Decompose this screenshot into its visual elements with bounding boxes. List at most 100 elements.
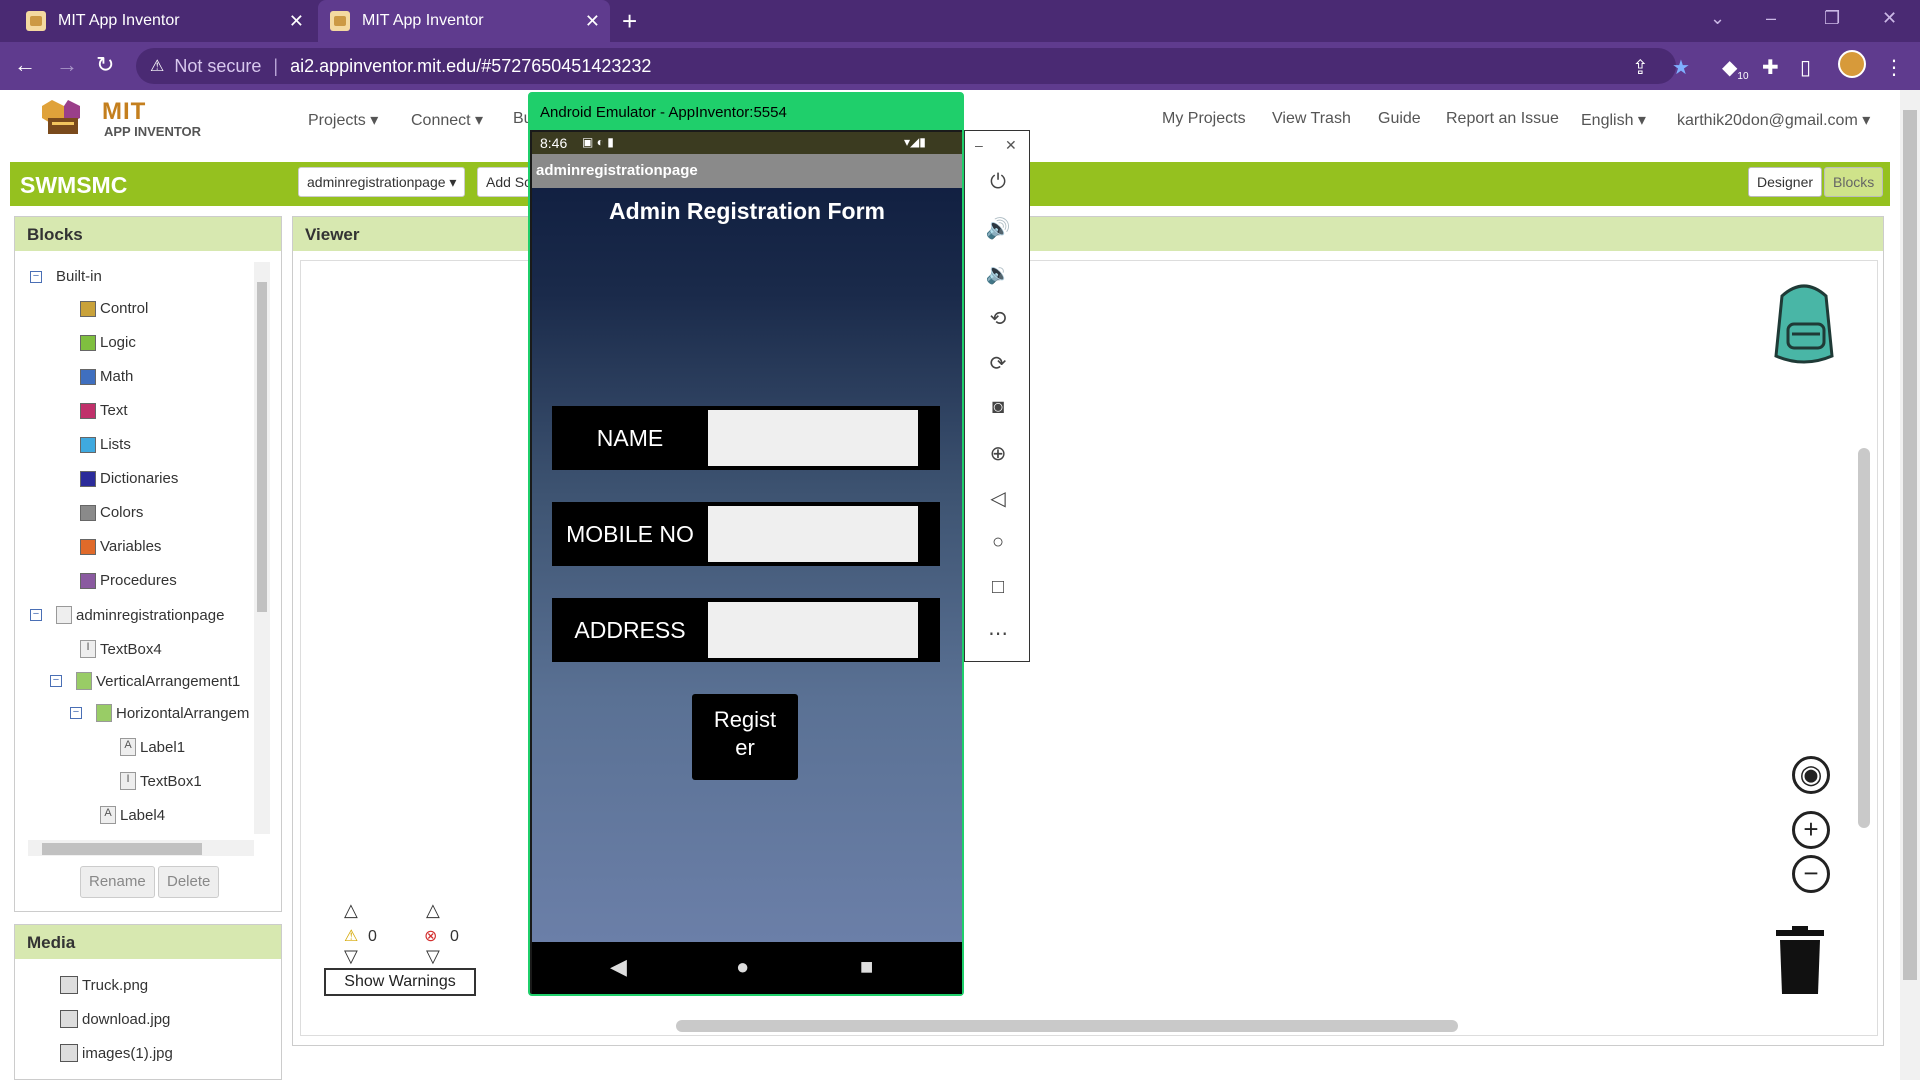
menu-guide[interactable]: Guide <box>1378 110 1421 128</box>
close-tab-icon[interactable]: ✕ <box>289 11 304 32</box>
menu-connect[interactable]: Connect ▾ <box>411 110 483 130</box>
volume-up-icon[interactable]: 🔊 <box>985 216 1011 242</box>
tree-item-variables[interactable]: Variables <box>80 538 161 555</box>
tree-item-textbox4[interactable]: I TextBox4 <box>80 640 162 658</box>
menu-account[interactable]: karthik20don@gmail.com ▾ <box>1677 110 1870 130</box>
nav-home-icon[interactable]: ● <box>736 954 749 980</box>
blocks-button[interactable]: Blocks <box>1824 167 1884 197</box>
tree-item-logic[interactable]: Logic <box>80 334 136 351</box>
extension-badge-icon[interactable]: ◆10 <box>1722 55 1749 82</box>
recenter-icon[interactable]: ◉ <box>1792 756 1830 794</box>
camera-icon[interactable]: ◙ <box>985 396 1011 422</box>
nav-back-icon[interactable]: ◀ <box>610 954 627 980</box>
rename-button[interactable]: Rename <box>80 866 155 898</box>
tab-title: MIT App Inventor <box>362 12 484 29</box>
zoom-out-icon[interactable]: − <box>1792 855 1830 893</box>
workspace-vertical-scrollbar[interactable] <box>1858 448 1870 828</box>
tree-item-colors[interactable]: Colors <box>80 504 143 521</box>
menu-projects[interactable]: Projects ▾ <box>308 110 378 130</box>
trash-icon[interactable] <box>1774 926 1826 996</box>
menu-my-projects[interactable]: My Projects <box>1162 110 1246 128</box>
rotate-right-icon[interactable]: ⟳ <box>985 351 1011 377</box>
errors-up-arrow-icon[interactable]: △ <box>426 900 440 921</box>
media-file[interactable]: Truck.png <box>60 976 148 994</box>
zoom-in-icon[interactable]: + <box>1792 811 1830 849</box>
restore-icon[interactable]: ❐ <box>1824 8 1840 29</box>
new-tab-icon[interactable]: + <box>622 6 637 37</box>
mit-app-inventor-logo[interactable]: MIT APP INVENTOR <box>42 94 202 144</box>
rotate-left-icon[interactable]: ⟲ <box>985 306 1011 332</box>
workspace-horizontal-scrollbar[interactable] <box>676 1020 1458 1032</box>
collapse-icon[interactable]: − <box>30 609 42 621</box>
show-warnings-button[interactable]: Show Warnings <box>324 968 476 996</box>
minimize-icon[interactable]: – <box>1766 8 1776 29</box>
forward-icon[interactable]: → <box>56 52 78 78</box>
back-icon[interactable]: ← <box>14 52 36 78</box>
tree-item-math[interactable]: Math <box>80 368 133 385</box>
more-menu-icon[interactable]: ⋮ <box>1884 55 1904 80</box>
tree-item-textbox1[interactable]: I TextBox1 <box>120 772 202 790</box>
url-field[interactable]: ⚠ Not secure | ai2.appinventor.mit.edu/#… <box>136 48 1676 84</box>
address-input[interactable] <box>708 602 918 658</box>
scrollbar-thumb[interactable] <box>42 843 202 855</box>
volume-down-icon[interactable]: 🔉 <box>985 261 1011 287</box>
address-row: ADDRESS <box>552 598 940 662</box>
scrollbar-thumb[interactable] <box>257 282 267 612</box>
reload-icon[interactable]: ↻ <box>96 52 114 78</box>
emulator-close-icon[interactable]: ✕ <box>1005 137 1017 154</box>
menu-view-trash[interactable]: View Trash <box>1272 110 1351 128</box>
blocks-horizontal-scrollbar[interactable] <box>28 840 254 856</box>
home-circle-icon[interactable]: ○ <box>985 531 1011 557</box>
collapse-icon[interactable]: − <box>50 675 62 687</box>
screen-selector[interactable]: adminregistrationpage ▾ <box>298 167 466 197</box>
app-inventor-favicon-icon <box>330 11 350 31</box>
blocks-vertical-scrollbar[interactable] <box>254 262 270 834</box>
errors-down-arrow-icon[interactable]: ▽ <box>426 946 440 967</box>
delete-button[interactable]: Delete <box>158 866 220 898</box>
page-vertical-scrollbar[interactable] <box>1900 90 1920 1080</box>
bookmark-star-icon[interactable]: ★ <box>1672 55 1690 80</box>
backpack-icon[interactable] <box>1762 276 1846 368</box>
tree-item-screen[interactable]: − adminregistrationpage <box>30 606 224 624</box>
warnings-up-arrow-icon[interactable]: △ <box>344 900 358 921</box>
tree-item-dictionaries[interactable]: Dictionaries <box>80 470 178 487</box>
tree-item-label4[interactable]: A Label4 <box>100 806 165 824</box>
close-tab-icon[interactable]: ✕ <box>585 11 600 32</box>
tree-item-lists[interactable]: Lists <box>80 436 131 453</box>
extensions-puzzle-icon[interactable]: ✚ <box>1762 55 1779 80</box>
designer-button[interactable]: Designer <box>1748 167 1823 197</box>
overview-square-icon[interactable]: □ <box>985 576 1011 602</box>
tree-item-label1[interactable]: A Label1 <box>120 738 185 756</box>
warnings-down-arrow-icon[interactable]: ▽ <box>344 946 358 967</box>
back-triangle-icon[interactable]: ◁ <box>985 486 1011 512</box>
zoom-icon[interactable]: ⊕ <box>985 441 1011 467</box>
tree-item-text[interactable]: Text <box>80 402 128 419</box>
tree-item-builtin[interactable]: − Built-in <box>30 268 102 285</box>
register-button[interactable]: Regist er <box>692 694 798 780</box>
tab-search-icon[interactable]: ⌄ <box>1710 8 1725 29</box>
tree-item-horizontalarrangement[interactable]: − HorizontalArrangem <box>70 704 249 722</box>
emulator-minimize-icon[interactable]: – <box>975 137 983 153</box>
more-options-icon[interactable]: ⋯ <box>985 621 1011 647</box>
name-label: NAME <box>596 424 664 451</box>
tree-item-procedures[interactable]: Procedures <box>80 572 177 589</box>
tree-item-verticalarrangement1[interactable]: − VerticalArrangement1 <box>50 672 240 690</box>
collapse-icon[interactable]: − <box>70 707 82 719</box>
tree-item-control[interactable]: Control <box>80 300 148 317</box>
name-input[interactable] <box>708 410 918 466</box>
menu-report-issue[interactable]: Report an Issue <box>1446 110 1559 128</box>
browser-tab-active[interactable]: MIT App Inventor ✕ <box>318 0 610 42</box>
scrollbar-thumb[interactable] <box>1903 110 1917 980</box>
media-file[interactable]: download.jpg <box>60 1010 170 1028</box>
mobile-input[interactable] <box>708 506 918 562</box>
browser-tab[interactable]: MIT App Inventor ✕ <box>14 0 314 42</box>
media-file[interactable]: images(1).jpg <box>60 1044 173 1062</box>
share-icon[interactable]: ⇪ <box>1632 55 1649 80</box>
nav-recents-icon[interactable]: ■ <box>860 954 873 980</box>
side-panel-icon[interactable]: ▯ <box>1800 55 1811 80</box>
menu-language[interactable]: English ▾ <box>1581 110 1646 130</box>
profile-avatar[interactable] <box>1838 50 1866 78</box>
close-window-icon[interactable]: ✕ <box>1882 8 1897 29</box>
power-icon[interactable]: ⏻ <box>985 171 1011 197</box>
collapse-icon[interactable]: − <box>30 270 42 283</box>
